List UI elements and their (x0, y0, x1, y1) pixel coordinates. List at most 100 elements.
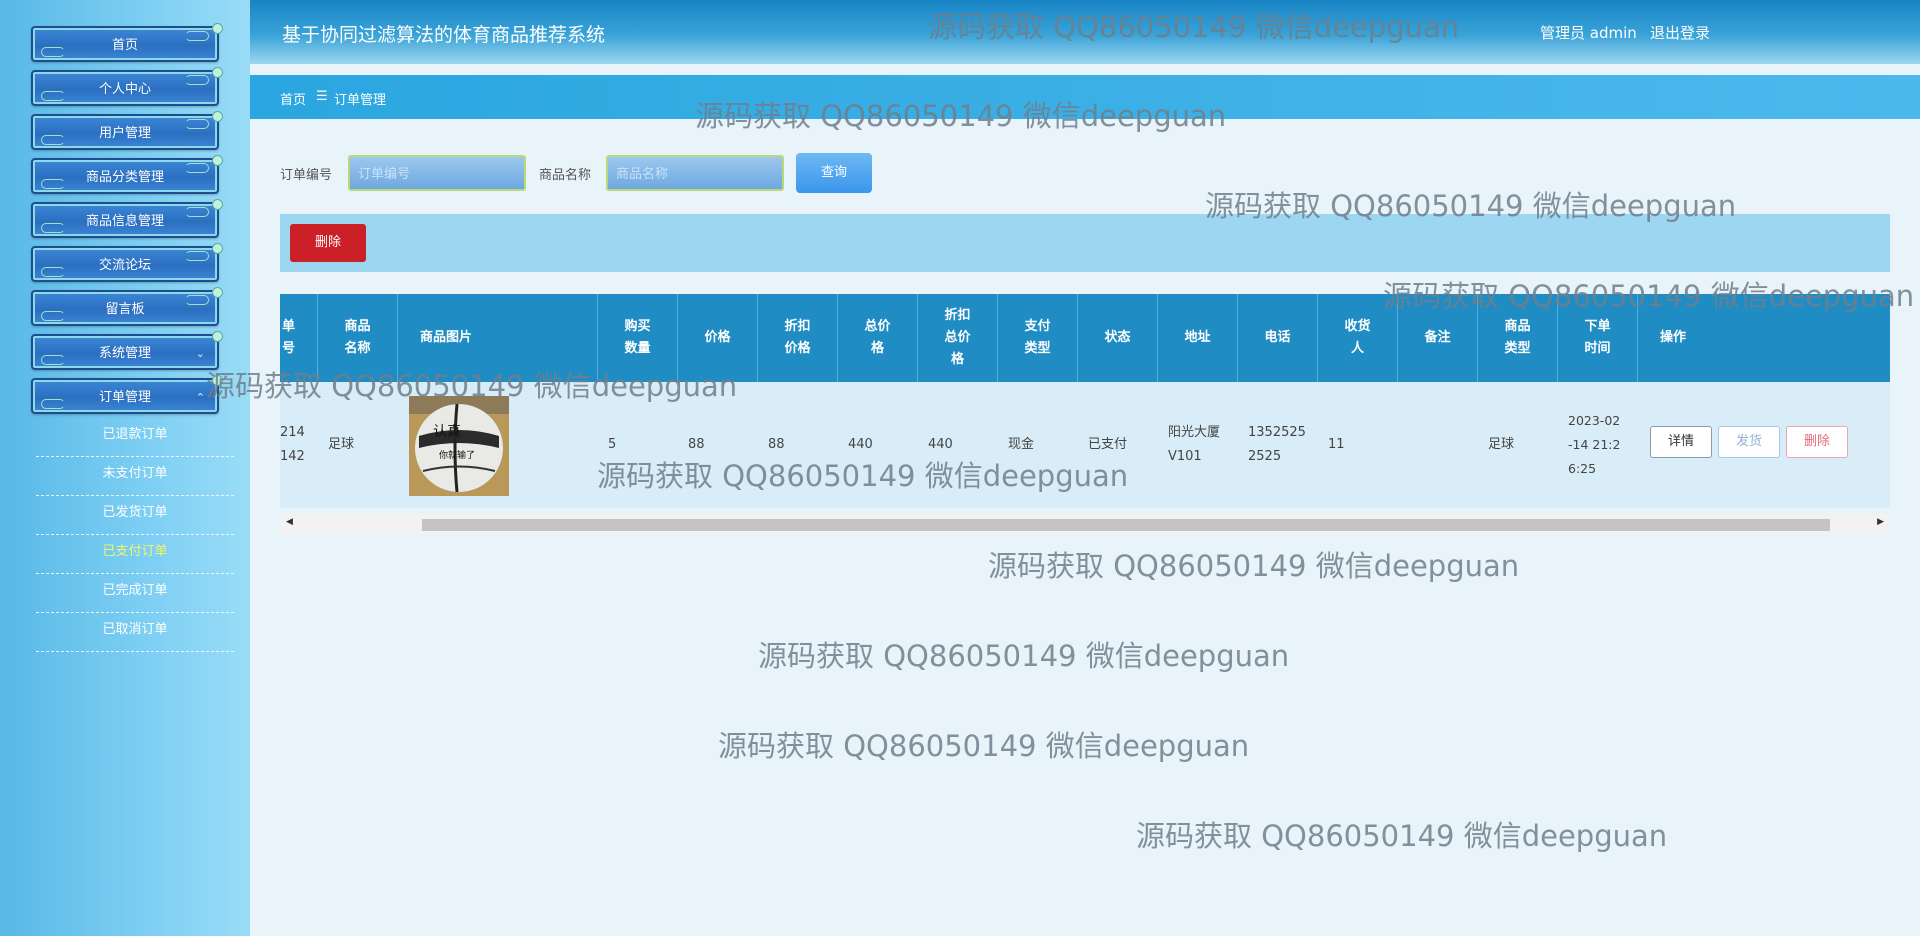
logout-link[interactable]: 退出登录 (1650, 22, 1710, 43)
menu-label: 订单管理 (98, 390, 151, 405)
menu-order-management[interactable]: 订单管理 ⌃ (31, 375, 223, 414)
th-pay-type: 支付 类型 (998, 294, 1078, 382)
top-header: 基于协同过滤算法的体育商品推荐系统 管理员 admin 退出登录 (250, 0, 1920, 64)
watermark: 源码获取 QQ86050149 微信deepguan (718, 729, 1250, 763)
query-button[interactable]: 查询 (796, 153, 872, 193)
menu-label: 留言板 (105, 302, 145, 317)
menu-personal-center[interactable]: 个人中心 (31, 67, 223, 106)
submenu-unpaid[interactable]: 未支付订单 (36, 457, 234, 496)
ornament-icon (185, 251, 209, 261)
ornament-icon (41, 355, 65, 365)
cell-price: 88 (688, 437, 705, 452)
cell-phone: 1352525 2525 (1248, 425, 1306, 464)
th-product-name: 商品 名称 (318, 294, 398, 382)
breadcrumb-current: 订单管理 (334, 93, 387, 108)
scroll-right-icon[interactable]: ▶ (1877, 517, 1884, 527)
sidebar: 首页 个人中心 用户管理 商品分类管理 商品信息管理 交流论坛 留言板 系统管理… (0, 0, 250, 936)
table-row: 214 142 足球 认真 你就输了 5 88 88 440 440 现金 已支… (280, 382, 1890, 508)
cell-order-time: 2023-02 -14 21:2 6:25 (1568, 413, 1621, 476)
menu-category-management[interactable]: 商品分类管理 (31, 155, 223, 194)
menu-home[interactable]: 首页 (31, 23, 223, 62)
svg-text:你就输了: 你就输了 (439, 449, 475, 461)
watermark: 源码获取 QQ86050149 微信deepguan (988, 549, 1520, 583)
knob-icon (212, 199, 223, 210)
cell-receiver: 11 (1328, 437, 1345, 452)
menu-message-board[interactable]: 留言板 (31, 287, 223, 326)
horizontal-scrollbar[interactable]: ◀ ▶ (280, 514, 1890, 534)
knob-icon (212, 375, 223, 386)
table-header: 单 号 商品 名称 商品图片 购买 数量 价格 折扣 价格 总价 格 折扣 总价… (280, 294, 1890, 382)
ornament-icon (185, 31, 209, 41)
ornament-icon (41, 135, 65, 145)
knob-icon (212, 331, 223, 342)
menu-label: 商品信息管理 (85, 214, 164, 229)
order-no-input[interactable] (348, 155, 526, 191)
watermark: 源码获取 QQ86050149 微信deepguan (758, 639, 1290, 673)
ornament-icon (185, 163, 209, 173)
submenu-paid[interactable]: 已支付订单 (36, 535, 234, 574)
cell-category: 足球 (1488, 437, 1515, 452)
th-status: 状态 (1078, 294, 1158, 382)
th-order-time: 下单 时间 (1558, 294, 1638, 382)
ornament-icon (41, 91, 65, 101)
menu-label: 商品分类管理 (85, 170, 164, 185)
knob-icon (212, 111, 223, 122)
product-image: 认真 你就输了 (409, 396, 509, 496)
knob-icon (212, 243, 223, 254)
menu-icon: ☰ (316, 89, 328, 104)
cell-product-name: 足球 (328, 437, 355, 452)
batch-delete-button[interactable]: 删除 (290, 224, 366, 262)
cell-total: 440 (848, 437, 873, 452)
scroll-left-icon[interactable]: ◀ (286, 517, 293, 527)
cell-quantity: 5 (608, 437, 617, 452)
menu-label: 个人中心 (98, 82, 151, 97)
scroll-thumb[interactable] (422, 519, 1830, 531)
knob-icon (212, 155, 223, 166)
order-table: 单 号 商品 名称 商品图片 购买 数量 价格 折扣 价格 总价 格 折扣 总价… (280, 294, 1890, 514)
system-title: 基于协同过滤算法的体育商品推荐系统 (282, 24, 606, 46)
detail-button[interactable]: 详情 (1650, 426, 1712, 458)
th-discount-price: 折扣 价格 (758, 294, 838, 382)
chevron-up-icon: ⌃ (195, 391, 205, 404)
cell-discount-total: 440 (928, 437, 953, 452)
menu-product-management[interactable]: 商品信息管理 (31, 199, 223, 238)
chevron-down-icon: ⌄ (195, 347, 205, 360)
product-name-input[interactable] (606, 155, 784, 191)
menu-forum[interactable]: 交流论坛 (31, 243, 223, 282)
cell-remark (1398, 382, 1478, 508)
cell-pay-type: 现金 (1008, 437, 1035, 452)
ornament-icon (41, 47, 65, 57)
submenu-refunded[interactable]: 已退款订单 (36, 418, 234, 457)
menu-label: 交流论坛 (98, 258, 151, 273)
th-product-image: 商品图片 (398, 294, 598, 382)
th-address: 地址 (1158, 294, 1238, 382)
submenu-completed[interactable]: 已完成订单 (36, 574, 234, 613)
cell-order-no: 214 142 (280, 425, 305, 464)
breadcrumb-home[interactable]: 首页 (280, 89, 306, 108)
ornament-icon (41, 179, 65, 189)
th-discount-total: 折扣 总价 格 (918, 294, 998, 382)
ornament-icon (185, 207, 209, 217)
th-category: 商品 类型 (1478, 294, 1558, 382)
ornament-icon (41, 223, 65, 233)
knob-icon (212, 287, 223, 298)
th-phone: 电话 (1238, 294, 1318, 382)
action-bar: 删除 (280, 214, 1890, 272)
svg-text:认真: 认真 (433, 424, 461, 440)
submenu-shipped[interactable]: 已发货订单 (36, 496, 234, 535)
th-price: 价格 (678, 294, 758, 382)
ship-button[interactable]: 发货 (1718, 426, 1780, 458)
menu-system-management[interactable]: 系统管理 ⌄ (31, 331, 223, 370)
submenu-cancelled[interactable]: 已取消订单 (36, 613, 234, 652)
th-operations: 操作 (1660, 330, 1687, 345)
th-remark: 备注 (1398, 294, 1478, 382)
menu-label: 系统管理 (98, 346, 151, 361)
ornament-icon (185, 295, 209, 305)
ornament-icon (185, 75, 209, 85)
th-total: 总价 格 (838, 294, 918, 382)
row-delete-button[interactable]: 删除 (1786, 426, 1848, 458)
menu-user-management[interactable]: 用户管理 (31, 111, 223, 150)
breadcrumb: 首页 ☰ 订单管理 (250, 75, 1920, 119)
th-order-no: 单 号 (280, 294, 318, 382)
knob-icon (212, 67, 223, 78)
